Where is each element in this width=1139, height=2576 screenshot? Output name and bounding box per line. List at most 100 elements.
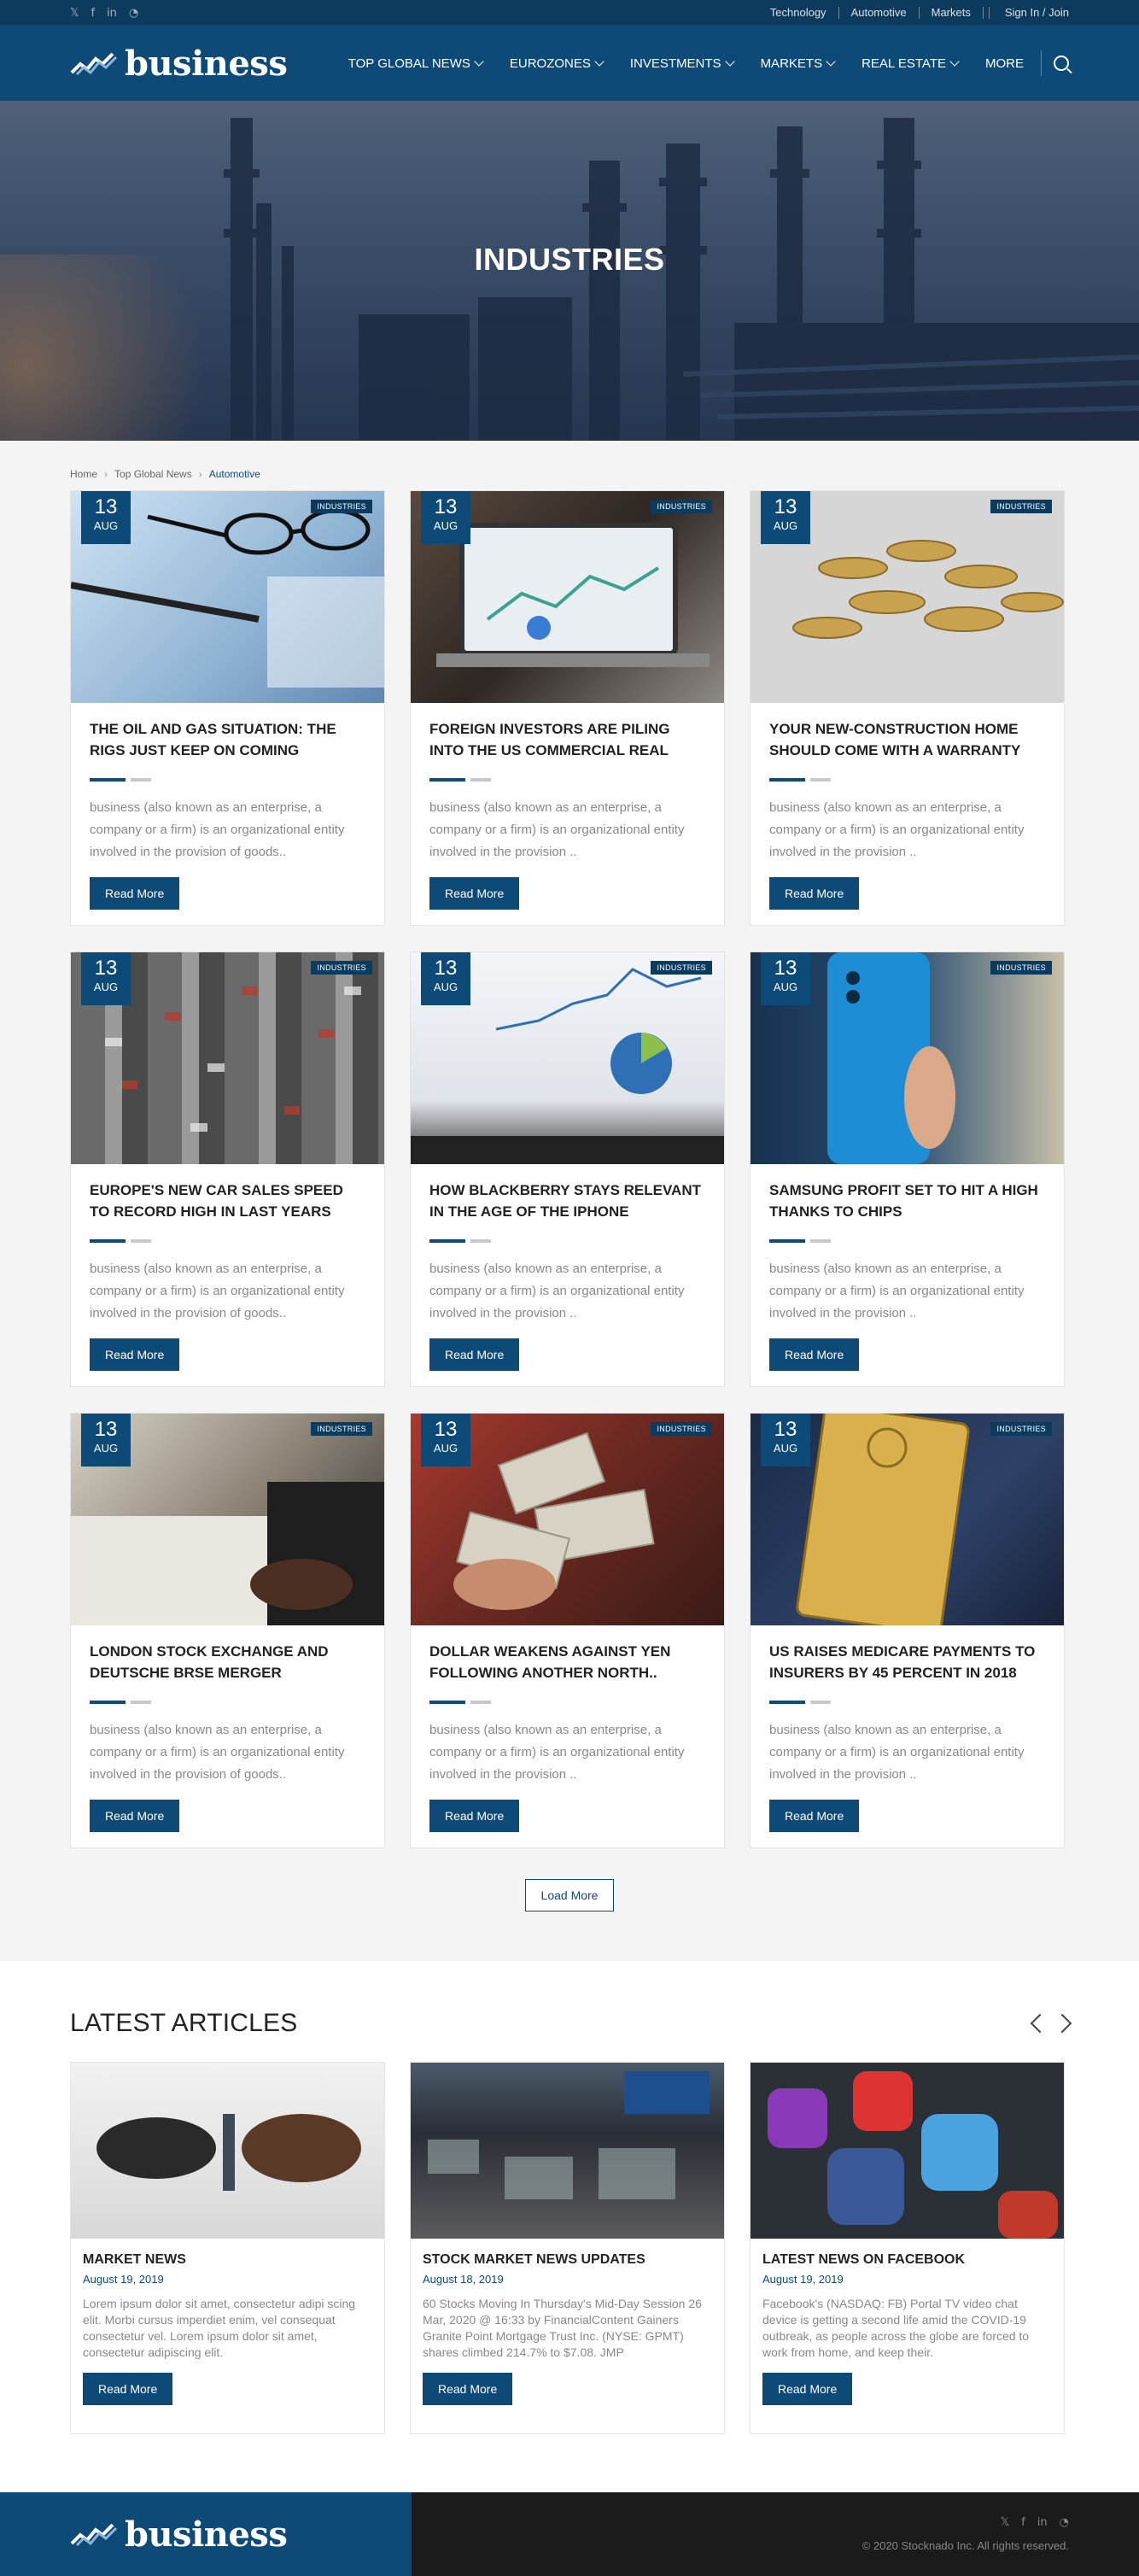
linkedin-icon[interactable]: in [1037, 2516, 1048, 2529]
latest-article-card: MARKET NEWS August 19, 2019 Lorem ipsum … [70, 2062, 385, 2434]
article-title[interactable]: SAMSUNG PROFIT SET TO HIT A HIGH THANKS … [769, 1180, 1045, 1224]
top-link-technology[interactable]: Technology [758, 7, 839, 19]
nav-item-more[interactable]: MORE [972, 56, 1037, 71]
read-more-button[interactable]: Read More [429, 1800, 520, 1832]
logo-text: business [125, 2514, 288, 2555]
title-underline [90, 778, 365, 782]
logo-chart-icon [70, 2523, 118, 2547]
nav-item-top-global-news[interactable]: TOP GLOBAL NEWS [335, 56, 496, 71]
rss-icon[interactable]: ◔ [129, 7, 138, 20]
category-tag[interactable]: INDUSTRIES [990, 1422, 1052, 1436]
article-excerpt: business (also known as an enterprise, a… [429, 1262, 685, 1320]
read-more-button[interactable]: Read More [769, 1338, 860, 1371]
arrow-right-icon[interactable] [1052, 2013, 1072, 2034]
article-title[interactable]: HOW BLACKBERRY STAYS RELEVANT IN THE AGE… [429, 1180, 705, 1224]
article-image[interactable] [71, 2063, 384, 2239]
article-title[interactable]: FOREIGN INVESTORS ARE PILING INTO THE US… [429, 718, 705, 763]
nav-item-investments[interactable]: INVESTMENTS [616, 56, 747, 71]
twitter-icon[interactable]: 𝕏 [70, 7, 79, 20]
article-image[interactable]: 13 AUG INDUSTRIES [411, 952, 724, 1164]
category-tag[interactable]: INDUSTRIES [311, 961, 372, 975]
article-excerpt: Facebook's (NASDAQ: FB) Portal TV video … [762, 2297, 1030, 2359]
article-image[interactable]: 13 AUG INDUSTRIES [751, 1414, 1064, 1625]
article-image[interactable]: 13 AUG INDUSTRIES [411, 1414, 724, 1625]
signin-link[interactable]: Sign In / Join [988, 7, 1069, 19]
article-image[interactable] [411, 2063, 724, 2239]
chevron-down-icon [474, 56, 484, 67]
load-more-button[interactable]: Load More [524, 1879, 615, 1912]
date-badge: 13 AUG [421, 1414, 470, 1467]
title-underline [429, 1239, 705, 1243]
search-icon[interactable] [1054, 56, 1069, 71]
article-excerpt: business (also known as an enterprise, a… [429, 800, 685, 859]
article-grid: 13 AUG INDUSTRIES THE OIL AND GAS SITUATI… [0, 490, 1139, 1848]
top-link-automotive[interactable]: Automotive [839, 7, 920, 19]
category-tag[interactable]: INDUSTRIES [311, 1422, 372, 1436]
footer-logo[interactable]: business [70, 2514, 288, 2555]
read-more-button[interactable]: Read More [90, 1800, 180, 1832]
article-image[interactable]: 13 AUG INDUSTRIES [71, 952, 384, 1164]
article-image[interactable]: 13 AUG INDUSTRIES [71, 1414, 384, 1625]
read-more-button[interactable]: Read More [769, 877, 860, 910]
top-link-markets[interactable]: Markets [920, 7, 984, 19]
article-title[interactable]: LATEST NEWS ON FACEBOOK [762, 2252, 1052, 2268]
read-more-button[interactable]: Read More [769, 1800, 860, 1832]
footer: business 𝕏 f in ◔ © 2020 Stocknado Inc. … [0, 2492, 1139, 2576]
rss-icon[interactable]: ◔ [1060, 2516, 1069, 2529]
read-more-button[interactable]: Read More [762, 2373, 853, 2405]
breadcrumb-current: Automotive [208, 468, 260, 480]
article-title[interactable]: THE OIL AND GAS SITUATION: THE RIGS JUST… [90, 718, 365, 763]
article-title[interactable]: DOLLAR WEAKENS AGAINST YEN FOLLOWING ANO… [429, 1641, 705, 1685]
latest-articles: LATEST ARTICLES MARKET NEWS August 19, 2… [0, 1961, 1139, 2492]
breadcrumb-home[interactable]: Home [70, 468, 97, 480]
nav-item-real-estate[interactable]: REAL ESTATE [848, 56, 972, 71]
category-tag[interactable]: INDUSTRIES [990, 500, 1052, 513]
read-more-button[interactable]: Read More [429, 877, 520, 910]
article-title[interactable]: STOCK MARKET NEWS UPDATES [423, 2252, 712, 2268]
title-underline [429, 1701, 705, 1704]
article-excerpt: 60 Stocks Moving In Thursday's Mid-Day S… [423, 2297, 702, 2359]
read-more-button[interactable]: Read More [90, 1338, 180, 1371]
logo[interactable]: business [70, 44, 288, 84]
article-title[interactable]: EUROPE'S NEW CAR SALES SPEED TO RECORD H… [90, 1180, 365, 1224]
title-underline [90, 1701, 365, 1704]
category-tag[interactable]: INDUSTRIES [651, 961, 712, 975]
article-image[interactable]: 13 AUG INDUSTRIES [71, 491, 384, 703]
article-image[interactable]: 13 AUG INDUSTRIES [751, 952, 1064, 1164]
category-tag[interactable]: INDUSTRIES [651, 500, 712, 513]
facebook-icon[interactable]: f [91, 7, 95, 20]
article-title[interactable]: MARKET NEWS [83, 2252, 372, 2268]
twitter-icon[interactable]: 𝕏 [1001, 2516, 1009, 2529]
nav-item-markets[interactable]: MARKETS [747, 56, 849, 71]
social-links: 𝕏 f in ◔ [70, 7, 138, 20]
breadcrumb-section[interactable]: Top Global News [114, 468, 192, 480]
article-card: 13 AUG INDUSTRIES DOLLAR WEAKENS AGAINST … [410, 1413, 725, 1848]
article-image[interactable]: 13 AUG INDUSTRIES [411, 491, 724, 703]
article-excerpt: business (also known as an enterprise, a… [90, 1723, 345, 1782]
read-more-button[interactable]: Read More [90, 877, 180, 910]
nav-item-eurozones[interactable]: EUROZONES [496, 56, 616, 71]
article-title[interactable]: YOUR NEW-CONSTRUCTION HOME SHOULD COME W… [769, 718, 1045, 763]
breadcrumb: Home › Top Global News › Automotive [0, 441, 1139, 490]
category-tag[interactable]: INDUSTRIES [990, 961, 1052, 975]
top-bar: 𝕏 f in ◔ Technology Automotive Markets S… [0, 0, 1139, 26]
category-tag[interactable]: INDUSTRIES [651, 1422, 712, 1436]
chevron-down-icon [724, 56, 735, 67]
article-image[interactable] [751, 2063, 1064, 2239]
hero-banner: INDUSTRIES [0, 101, 1139, 441]
article-date: August 18, 2019 [423, 2273, 504, 2286]
category-tag[interactable]: INDUSTRIES [311, 500, 372, 513]
linkedin-icon[interactable]: in [107, 7, 117, 20]
carousel-controls [1030, 2013, 1072, 2034]
article-card: 13 AUG INDUSTRIES THE OIL AND GAS SITUATI… [70, 490, 385, 926]
read-more-button[interactable]: Read More [423, 2373, 513, 2405]
article-title[interactable]: LONDON STOCK EXCHANGE AND DEUTSCHE BRSE … [90, 1641, 365, 1685]
read-more-button[interactable]: Read More [429, 1338, 520, 1371]
read-more-button[interactable]: Read More [83, 2373, 173, 2405]
article-image[interactable]: 13 AUG INDUSTRIES [751, 491, 1064, 703]
article-card: 13 AUG INDUSTRIES LONDON STOCK EXCHANGE A… [70, 1413, 385, 1848]
arrow-left-icon[interactable] [1030, 2013, 1050, 2034]
article-title[interactable]: US RAISES MEDICARE PAYMENTS TO INSURERS … [769, 1641, 1045, 1685]
facebook-icon[interactable]: f [1021, 2516, 1025, 2529]
article-excerpt: business (also known as an enterprise, a… [769, 800, 1025, 859]
